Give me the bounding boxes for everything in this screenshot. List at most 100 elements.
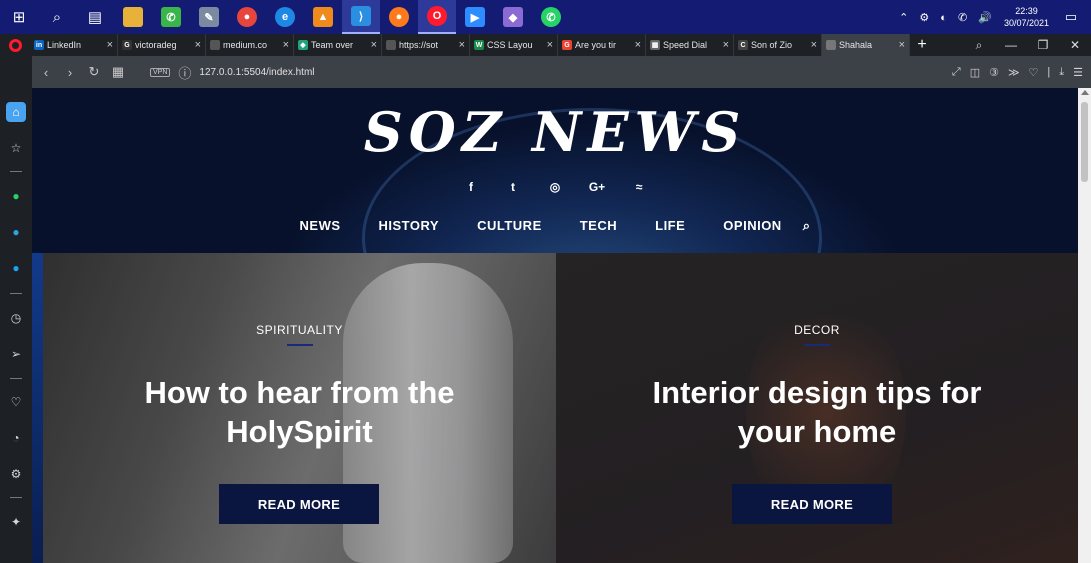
star-icon[interactable]: ☆	[6, 138, 26, 158]
search-icon[interactable]: ⌕	[38, 0, 76, 34]
category-label[interactable]: SPIRITUALITY	[43, 323, 556, 337]
site-header: SOZ NEWS f t ◎ G+ ≈ NEWS HISTORY CULTURE…	[32, 88, 1078, 368]
maximize-button[interactable]: ❐	[1027, 38, 1059, 52]
windows-start-icon[interactable]: ⊞	[0, 0, 38, 34]
minimize-button[interactable]: —	[995, 38, 1027, 52]
window-controls: ⌕ — ❐ ✕	[963, 34, 1091, 56]
browser-tab[interactable]: C Son of Zio ×	[734, 34, 822, 56]
new-tab-button[interactable]: +	[910, 36, 934, 54]
file-explorer-icon[interactable]	[114, 0, 152, 34]
tab-label: Team over	[311, 40, 354, 50]
close-tab-icon[interactable]: ×	[371, 39, 377, 51]
google-plus-icon[interactable]: G+	[588, 180, 606, 194]
twitter-sidebar-icon[interactable]: ●	[6, 258, 26, 278]
card-headline[interactable]: Interior design tips for your home	[556, 373, 1078, 451]
firefox-icon[interactable]: ●	[380, 0, 418, 34]
notification-icon[interactable]: ▭	[1061, 7, 1081, 27]
close-tab-icon[interactable]: ×	[635, 39, 641, 51]
browser-tab[interactable]: W CSS Layou ×	[470, 34, 558, 56]
download-icon[interactable]: ⤓	[1059, 66, 1064, 79]
forward-button[interactable]: ›	[58, 65, 82, 80]
camera-icon[interactable]: ◫	[970, 66, 980, 79]
task-view-icon[interactable]: ▤	[76, 0, 114, 34]
flow-icon[interactable]: ≫	[1008, 66, 1020, 79]
player-icon[interactable]: ◷	[6, 308, 26, 328]
phone-app-icon[interactable]: ✆	[152, 0, 190, 34]
site-logo[interactable]: SOZ NEWS	[32, 100, 1078, 164]
tray-icons[interactable]: ⌃ ⚙ ◐ ✆ 🔊	[899, 11, 996, 24]
settings-icon[interactable]: ⚙	[6, 464, 26, 484]
close-tab-icon[interactable]: ×	[195, 39, 201, 51]
reload-button[interactable]: ↻	[82, 64, 106, 80]
nav-opinion[interactable]: OPINION	[723, 218, 781, 234]
back-button[interactable]: ‹	[34, 65, 58, 80]
chrome-icon[interactable]: ●	[228, 0, 266, 34]
search-icon[interactable]: ⌕	[803, 218, 811, 234]
edge-icon[interactable]: e	[266, 0, 304, 34]
nav-tech[interactable]: TECH	[580, 218, 617, 234]
close-tab-icon[interactable]: ×	[107, 39, 113, 51]
read-more-button[interactable]: READ MORE	[732, 484, 892, 524]
bookmark-heart-icon[interactable]: ♡	[1029, 66, 1039, 79]
history-icon[interactable]: ◔	[6, 428, 26, 448]
opera-icon[interactable]: O	[418, 0, 456, 34]
card-headline[interactable]: How to hear from the HolySpirit	[43, 373, 556, 451]
nav-culture[interactable]: CULTURE	[477, 218, 542, 234]
w-icon: W	[474, 40, 484, 50]
url-field[interactable]: 127.0.0.1:5504/index.html	[199, 67, 314, 78]
tab-search-icon[interactable]: ⌕	[963, 38, 995, 53]
nav-history[interactable]: HISTORY	[379, 218, 440, 234]
lightbulb-icon[interactable]: ✦	[6, 512, 26, 532]
webpage: SOZ NEWS f t ◎ G+ ≈ NEWS HISTORY CULTURE…	[32, 88, 1078, 563]
category-label[interactable]: DECOR	[556, 323, 1078, 337]
browser-tab[interactable]: medium.co ×	[206, 34, 294, 56]
vpn-badge[interactable]: VPN	[150, 67, 171, 77]
speed-dial-icon[interactable]: ▦	[106, 64, 130, 80]
whatsapp-sidebar-icon[interactable]: ●	[6, 186, 26, 206]
vscode-icon[interactable]: ⟩	[342, 0, 380, 34]
close-tab-icon[interactable]: ×	[811, 39, 817, 51]
tool-app-icon[interactable]: ✎	[190, 0, 228, 34]
sidebar-divider	[10, 293, 22, 294]
home-icon[interactable]: ⌂	[6, 102, 26, 122]
zoom-icon[interactable]: ▶	[456, 0, 494, 34]
send-icon[interactable]: ➢	[6, 344, 26, 364]
snapshot-icon[interactable]: ⤢	[952, 66, 961, 79]
clock[interactable]: 22:39 30/07/2021	[1004, 5, 1049, 29]
address-bar: ‹ › ↻ ▦ VPN ⓘ 127.0.0.1:5504/index.html …	[32, 56, 1091, 88]
scroll-thumb[interactable]	[1081, 102, 1088, 182]
browser-tab[interactable]: in LinkedIn ×	[30, 34, 118, 56]
browser-tab[interactable]: Gvictoradeg ×	[118, 34, 206, 56]
browser-tab[interactable]: G Are you tir ×	[558, 34, 646, 56]
rss-icon[interactable]: ≈	[630, 180, 648, 194]
scroll-up-arrow-icon[interactable]	[1081, 90, 1089, 95]
vlc-icon[interactable]: ▲	[304, 0, 342, 34]
facebook-icon[interactable]: f	[462, 180, 480, 194]
browser-tab[interactable]: Shahala ×	[822, 34, 910, 56]
page-scrollbar[interactable]	[1078, 88, 1091, 563]
whatsapp-icon[interactable]: ✆	[532, 0, 570, 34]
instagram-icon[interactable]: ◎	[546, 180, 564, 194]
git-app-icon[interactable]: ◆	[494, 0, 532, 34]
twitter-icon[interactable]: t	[504, 180, 522, 194]
close-tab-icon[interactable]: ×	[459, 39, 465, 51]
easy-setup-icon[interactable]: ☰	[1073, 66, 1083, 79]
heart-icon[interactable]: ♡	[6, 392, 26, 412]
close-tab-icon[interactable]: ×	[723, 39, 729, 51]
browser-tab[interactable]: https://sot ×	[382, 34, 470, 56]
close-window-button[interactable]: ✕	[1059, 38, 1091, 52]
browser-tab[interactable]: ◆ Team over ×	[294, 34, 382, 56]
close-tab-icon[interactable]: ×	[547, 39, 553, 51]
browser-tab[interactable]: ▦ Speed Dial ×	[646, 34, 734, 56]
read-more-button[interactable]: READ MORE	[219, 484, 379, 524]
opera-menu-icon[interactable]	[0, 34, 30, 56]
close-tab-icon[interactable]: ×	[283, 39, 289, 51]
linkedin-icon: in	[34, 40, 44, 50]
nav-news[interactable]: NEWS	[300, 218, 341, 234]
nav-life[interactable]: LIFE	[655, 218, 685, 234]
close-tab-icon[interactable]: ×	[899, 39, 905, 51]
site-info-icon[interactable]: ⓘ	[178, 63, 191, 82]
crypto-wallet-icon[interactable]: ③	[989, 66, 999, 79]
telegram-sidebar-icon[interactable]: ●	[6, 222, 26, 242]
diamond-icon: ◆	[298, 40, 308, 50]
